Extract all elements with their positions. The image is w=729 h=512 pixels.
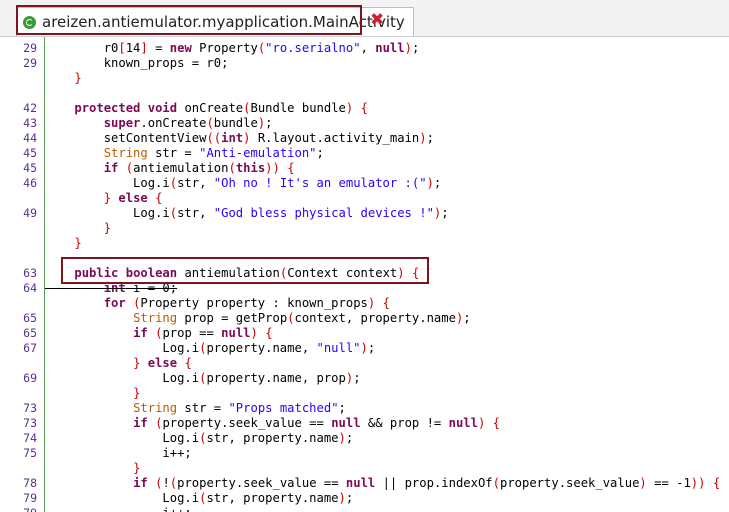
code-text: protected void onCreate(Bundle bundle) { xyxy=(74,101,368,115)
line-number: 69 xyxy=(23,371,37,385)
editor-tab-bar: areizen.antiemulator.myapplication.MainA… xyxy=(0,0,729,37)
code-text: public boolean antiemulation(Context con… xyxy=(74,266,420,280)
code-text: if (property.seek_value == null && prop … xyxy=(133,416,501,430)
code-text: known_props = r0; xyxy=(45,56,229,70)
code-text: Log.i(str, property.name); xyxy=(45,491,354,505)
line-number: 67 xyxy=(23,341,37,355)
line-number: 29 xyxy=(23,41,37,55)
line-number: 74 xyxy=(23,431,37,445)
code-line[interactable]: 75 i++; xyxy=(0,446,729,461)
code-line[interactable]: } xyxy=(0,386,729,401)
line-number: 79 xyxy=(0,506,37,512)
code-text: r0[14] = new Property("ro.serialno", nul… xyxy=(45,41,420,55)
code-line[interactable]: } xyxy=(0,221,729,236)
code-editor[interactable]: 29 r0[14] = new Property("ro.serialno", … xyxy=(0,37,729,512)
code-line[interactable]: 78 if (!(property.seek_value == null || … xyxy=(0,476,729,491)
code-line[interactable]: 29 r0[14] = new Property("ro.serialno", … xyxy=(0,41,729,56)
line-number: 45 xyxy=(23,146,37,160)
code-line[interactable] xyxy=(0,251,729,266)
code-line[interactable]: 49 Log.i(str, "God bless physical device… xyxy=(0,206,729,221)
java-class-icon xyxy=(23,15,36,29)
line-number: 29 xyxy=(23,56,37,70)
code-text: } xyxy=(103,221,112,235)
code-line[interactable]: 79 i++; xyxy=(0,506,729,512)
line-number: 73 xyxy=(23,416,37,430)
code-line[interactable]: 65 String prop = getProp(context, proper… xyxy=(0,311,729,326)
line-number: 65 xyxy=(23,311,37,325)
line-number: 78 xyxy=(23,476,37,490)
code-line[interactable]: 65 if (prop == null) { xyxy=(0,326,729,341)
code-text: String str = "Props matched"; xyxy=(133,401,346,415)
code-text: Log.i(property.name, "null"); xyxy=(45,341,376,355)
line-number: 65 xyxy=(23,326,37,340)
code-line[interactable]: 46 Log.i(str, "Oh no ! It's an emulator … xyxy=(0,176,729,191)
code-line[interactable]: } xyxy=(0,71,729,86)
editor-tab[interactable]: areizen.antiemulator.myapplication.MainA… xyxy=(16,7,414,36)
code-text: i++; xyxy=(45,446,192,460)
code-line[interactable]: 43 super.onCreate(bundle); xyxy=(0,116,729,131)
tab-title: areizen.antiemulator.myapplication.MainA… xyxy=(42,13,405,31)
code-text: } xyxy=(74,71,82,85)
code-text: super.onCreate(bundle); xyxy=(103,116,273,130)
line-number: 42 xyxy=(23,101,37,115)
code-text: Log.i(property.name, prop); xyxy=(45,371,361,385)
line-number: 43 xyxy=(23,116,37,130)
code-text: } else { xyxy=(133,356,192,370)
code-text: } xyxy=(133,386,141,400)
code-text: setContentView((int) R.layout.activity_m… xyxy=(45,131,434,145)
code-line[interactable]: 79 Log.i(str, property.name); xyxy=(0,491,729,506)
code-text: String prop = getProp(context, property.… xyxy=(133,311,471,325)
code-text: Log.i(str, property.name); xyxy=(45,431,354,445)
code-text: if (antiemulation(this)) { xyxy=(103,161,295,175)
code-text: for (Property property : known_props) { xyxy=(103,296,390,310)
code-line[interactable] xyxy=(0,86,729,101)
line-number: 63 xyxy=(23,266,37,280)
line-number: 73 xyxy=(23,401,37,415)
code-line[interactable]: for (Property property : known_props) { xyxy=(0,296,729,311)
line-number: 49 xyxy=(23,206,37,220)
code-line[interactable]: 42 protected void onCreate(Bundle bundle… xyxy=(0,101,729,116)
code-line[interactable]: } xyxy=(0,236,729,251)
code-line[interactable]: 44 setContentView((int) R.layout.activit… xyxy=(0,131,729,146)
close-icon[interactable]: ✖ xyxy=(370,12,384,29)
line-number: 79 xyxy=(23,491,37,505)
code-line[interactable]: 45 String str = "Anti-emulation"; xyxy=(0,146,729,161)
code-line[interactable]: } else { xyxy=(0,356,729,371)
code-line[interactable]: 63 public boolean antiemulation(Context … xyxy=(0,266,729,281)
code-text: i++; xyxy=(45,506,191,512)
code-line[interactable]: 67 Log.i(property.name, "null"); xyxy=(0,341,729,356)
code-line[interactable]: 45 if (antiemulation(this)) { xyxy=(0,161,729,176)
code-line[interactable]: 73 if (property.seek_value == null && pr… xyxy=(0,416,729,431)
line-number: 45 xyxy=(23,161,37,175)
code-text: Log.i(str, "God bless physical devices !… xyxy=(45,206,449,220)
code-text: } else { xyxy=(103,191,163,205)
code-line[interactable]: 29 known_props = r0; xyxy=(0,56,729,71)
code-line[interactable]: } xyxy=(0,461,729,476)
line-number: 44 xyxy=(23,131,37,145)
line-number: 46 xyxy=(23,176,37,190)
code-line[interactable]: 69 Log.i(property.name, prop); xyxy=(0,371,729,386)
code-text: } xyxy=(133,461,141,475)
code-line[interactable]: 73 String str = "Props matched"; xyxy=(0,401,729,416)
code-line[interactable]: } else { xyxy=(0,191,729,206)
line-number: 75 xyxy=(23,446,37,460)
code-text: } xyxy=(74,236,82,250)
code-text: if (!(property.seek_value == null || pro… xyxy=(133,476,721,490)
code-text: Log.i(str, "Oh no ! It's an emulator :("… xyxy=(45,176,442,190)
code-text: if (prop == null) { xyxy=(133,326,273,340)
code-line[interactable]: 64 int i = 0; xyxy=(0,281,729,296)
code-text: int i = 0; xyxy=(103,281,178,295)
code-text: String str = "Anti-emulation"; xyxy=(103,146,324,160)
line-number: 64 xyxy=(23,281,37,295)
code-line[interactable]: 74 Log.i(str, property.name); xyxy=(0,431,729,446)
